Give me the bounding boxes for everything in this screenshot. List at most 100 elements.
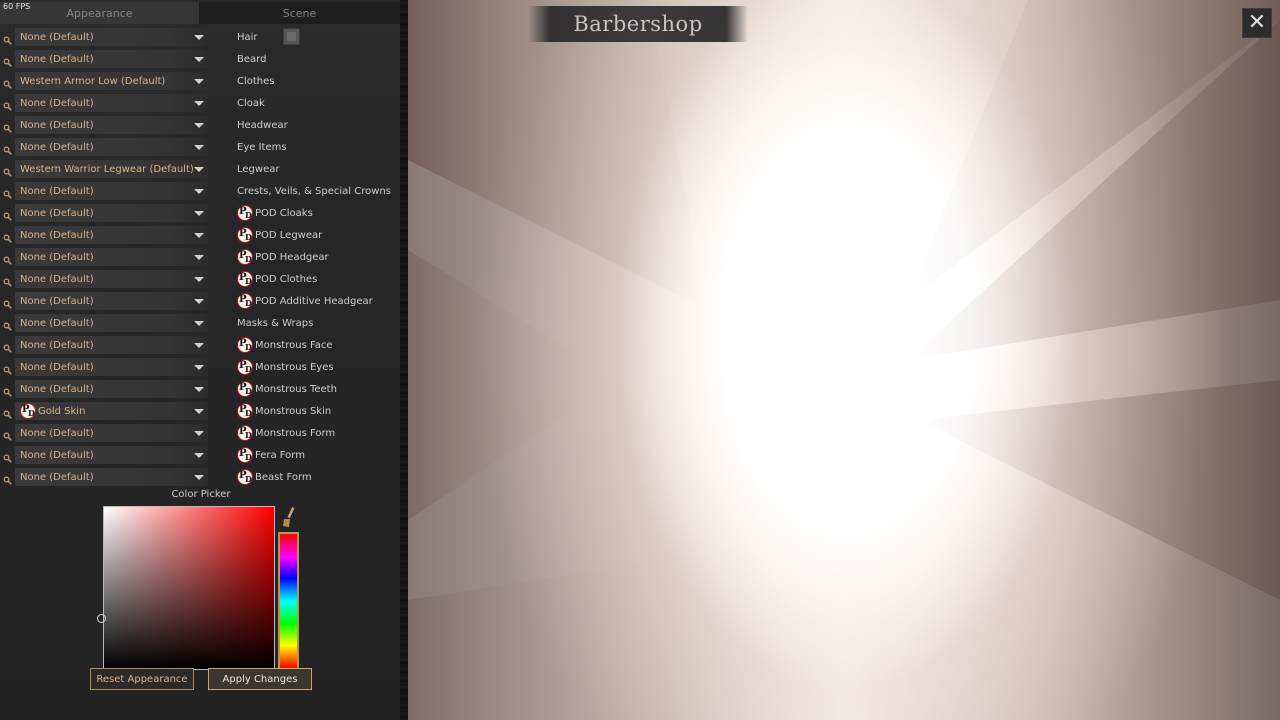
pod-logo-icon: PD [237,337,253,353]
slot-label-text: Masks & Wraps [237,317,314,329]
slot-dropdown[interactable]: None (Default) [15,358,208,376]
slot-dropdown[interactable]: Western Armor Low (Default) [15,72,208,90]
search-icon[interactable] [3,428,12,441]
search-icon[interactable] [3,230,12,243]
search-icon[interactable] [3,406,12,419]
color-picker-hue-slider[interactable] [278,532,299,670]
slot-dropdown[interactable]: None (Default) [15,468,208,486]
close-button[interactable]: ✕ [1242,8,1272,38]
slot-dropdown[interactable]: None (Default) [15,138,208,156]
chevron-down-icon [194,299,204,304]
scene-viewport[interactable]: Barbershop ✕ [408,0,1280,720]
slot-dropdown[interactable]: None (Default) [15,248,208,266]
slot-label-text: POD Headgear [255,251,329,263]
slot-dropdown[interactable]: None (Default) [15,446,208,464]
chevron-down-icon [194,79,204,84]
slot-row: P D Gold Skin P D Monstrous Skin [0,400,400,422]
slot-row: None (Default) Beard [0,48,400,70]
slot-dropdown[interactable]: None (Default) [15,380,208,398]
search-icon[interactable] [3,164,12,177]
search-icon[interactable] [3,362,12,375]
color-picker-cursor[interactable] [97,614,106,623]
slot-dropdown[interactable]: None (Default) [15,314,208,332]
chevron-down-icon [194,321,204,326]
slot-row: None (Default) P D Fera Form [0,444,400,466]
pod-logo-icon: PD [237,381,253,397]
search-icon[interactable] [3,450,12,463]
apply-changes-button[interactable]: Apply Changes [208,668,312,690]
slot-dropdown-value: Western Armor Low (Default) [20,75,166,87]
slot-row: None (Default) P D Monstrous Teeth [0,378,400,400]
color-picker-saturation-area[interactable] [103,506,275,670]
pod-logo-icon: PD [20,403,36,419]
slot-dropdown[interactable]: P D Gold Skin [15,402,208,420]
tab-bar: Appearance Scene [0,2,400,24]
chevron-down-icon [194,189,204,194]
slot-dropdown[interactable]: None (Default) [15,336,208,354]
search-icon[interactable] [3,142,12,155]
slot-label-text: Beard [237,53,267,65]
slot-label-text: Cloak [237,97,265,109]
search-icon[interactable] [3,296,12,309]
slot-label-text: Crests, Veils, & Special Crowns [237,185,391,197]
search-icon[interactable] [3,208,12,221]
search-icon[interactable] [3,472,12,485]
slot-dropdown[interactable]: None (Default) [15,50,208,68]
search-icon[interactable] [3,98,12,111]
chevron-down-icon [194,211,204,216]
slot-label: P D Monstrous Face [237,334,333,356]
search-icon[interactable] [3,32,12,45]
search-icon[interactable] [3,76,12,89]
slot-label: P D Monstrous Form [237,422,335,444]
slot-label: Crests, Veils, & Special Crowns [237,180,391,202]
pod-logo-icon: PD [237,359,253,375]
search-icon[interactable] [3,384,12,397]
slot-label-text: Clothes [237,75,275,87]
chevron-down-icon [194,475,204,480]
slot-label: P D POD Legwear [237,224,322,246]
eyedropper-icon[interactable] [281,506,297,528]
slot-label-text: Monstrous Face [255,339,333,351]
slot-dropdown-value: None (Default) [20,273,94,285]
search-icon[interactable] [3,252,12,265]
search-icon[interactable] [3,120,12,133]
slot-dropdown[interactable]: None (Default) [15,424,208,442]
slot-dropdown[interactable]: Western Warrior Legwear (Default) [15,160,208,178]
chevron-down-icon [194,343,204,348]
slot-dropdown[interactable]: None (Default) [15,292,208,310]
slot-dropdown[interactable]: None (Default) [15,28,208,46]
slot-dropdown[interactable]: None (Default) [15,94,208,112]
slot-label: P D Monstrous Skin [237,400,331,422]
chevron-down-icon [194,233,204,238]
slot-dropdown[interactable]: None (Default) [15,270,208,288]
slot-dropdown[interactable]: None (Default) [15,182,208,200]
slot-label-text: Monstrous Eyes [255,361,334,373]
reset-appearance-button[interactable]: Reset Appearance [90,668,194,690]
slot-label: Legwear [237,158,279,180]
slot-dropdown[interactable]: None (Default) [15,226,208,244]
pod-logo-icon: PD [237,227,253,243]
slot-label: Headwear [237,114,288,136]
search-icon[interactable] [3,186,12,199]
slot-dropdown-value: None (Default) [20,53,94,65]
slot-row: None (Default) Hair [0,26,400,48]
slot-dropdown-value: Gold Skin [38,405,86,417]
slot-row: None (Default) P D POD Legwear [0,224,400,246]
slot-label: P D POD Cloaks [237,202,313,224]
tab-scene[interactable]: Scene [199,2,400,24]
slot-label-text: Headwear [237,119,288,131]
search-icon[interactable] [3,318,12,331]
slot-list: None (Default) Hair None (Default) Beard Wes… [0,26,400,488]
slot-label: Masks & Wraps [237,312,313,334]
color-picker-title: Color Picker [171,489,231,500]
slot-dropdown[interactable]: None (Default) [15,204,208,222]
search-icon[interactable] [3,340,12,353]
chevron-down-icon [194,431,204,436]
search-icon[interactable] [3,274,12,287]
slot-dropdown[interactable]: None (Default) [15,116,208,134]
slot-row: None (Default) P D Monstrous Face [0,334,400,356]
slot-dropdown-value: None (Default) [20,295,94,307]
search-icon[interactable] [3,54,12,67]
title-banner: Barbershop [528,6,748,42]
hair-color-swatch[interactable] [283,28,300,45]
